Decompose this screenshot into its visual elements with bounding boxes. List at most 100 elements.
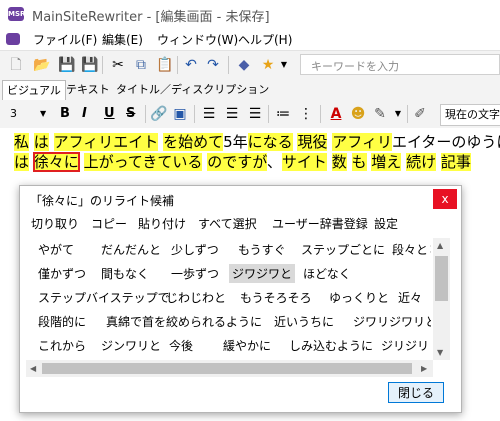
tab-title-description[interactable]: タイトル／ディスクリプション [112,80,273,99]
vertical-scroll-thumb[interactable] [435,256,448,301]
chevron-down-icon[interactable]: ▼ [40,106,46,122]
bullet-list-icon[interactable]: ≔ [275,106,291,122]
menu-select-all[interactable]: すべて選択 [198,215,257,232]
highlighter-icon[interactable]: ✎ [372,106,388,122]
highlighted-word[interactable]: サイト [281,153,327,171]
emoji-icon[interactable]: ☻ [350,106,366,122]
menu-copy[interactable]: コピー [91,215,127,232]
candidate-item[interactable]: もうそろそろ [237,288,315,307]
numbered-list-icon[interactable]: ⋮ [298,106,314,122]
candidate-item[interactable]: もうすぐ [235,240,289,259]
candidate-item[interactable]: しみ込むように [286,336,376,355]
align-center-icon[interactable]: ☰ [224,106,240,122]
candidate-item[interactable]: 今後 [166,336,196,355]
highlighted-word[interactable]: 続け [406,153,437,171]
align-right-icon[interactable]: ☰ [247,106,263,122]
redo-icon[interactable]: ↷ [205,57,221,73]
highlighted-word[interactable]: のですが [207,153,267,171]
highlighted-word[interactable]: アフィリエイト [53,133,159,151]
menu-settings[interactable]: 設定 [374,215,398,232]
highlighted-word[interactable]: 記事 [440,153,471,171]
new-file-icon[interactable]: 🗋 [8,57,24,73]
candidate-item[interactable]: ジンワリと [98,336,164,355]
cut-icon[interactable]: ✂ [110,57,126,73]
candidate-item[interactable]: 少しずつ [168,240,222,259]
menu-help[interactable]: ヘルプ(H) [238,31,292,48]
highlighted-word[interactable]: は [14,153,30,171]
copy-icon[interactable]: ⧉ [133,57,149,73]
open-folder-icon[interactable]: 📂 [33,57,50,73]
candidate-item[interactable]: 間もなく [98,264,152,283]
link-icon[interactable]: 🔗 [150,106,167,122]
underline-button[interactable]: U [104,106,115,122]
app-menu-icon[interactable] [6,33,20,45]
tab-text[interactable]: テキスト [62,80,114,99]
highlighted-word[interactable]: も [351,153,367,171]
horizontal-scroll-thumb[interactable] [42,363,412,374]
edit-icon[interactable]: ✐ [412,106,428,122]
star-icon[interactable]: ★ [260,57,276,73]
highlighted-word[interactable]: なる [262,133,293,151]
font-color-icon[interactable]: A [328,106,344,122]
candidate-item[interactable]: 緩やかに [220,336,274,355]
current-text-button[interactable]: 現在の文字 [440,104,500,126]
scroll-left-icon[interactable]: ◀ [30,364,36,373]
menu-file[interactable]: ファイル(F) [33,31,97,48]
candidate-item[interactable]: ほどなく [300,264,354,283]
save-icon[interactable]: 💾 [58,57,75,73]
close-button[interactable]: 閉じる [388,382,444,403]
highlighted-word[interactable]: を [163,133,179,151]
candidate-item[interactable]: 一歩ずつ [168,264,222,283]
candidate-item[interactable]: やがて [35,240,77,259]
menu-cut[interactable]: 切り取り [31,215,79,232]
candidate-item[interactable]: 近いうちに [271,312,337,331]
scroll-up-icon[interactable]: ▲ [437,241,443,250]
highlighted-word[interactable]: は [33,133,49,151]
candidate-item[interactable]: ステップごとに [298,240,388,259]
candidate-item[interactable]: ゆっくりと [326,288,392,307]
candidate-item[interactable]: ジリジリと [378,336,431,355]
candidate-item[interactable]: じわじわと [163,288,229,307]
vertical-scrollbar[interactable]: ▲ ▼ [433,238,450,360]
highlighted-word[interactable]: 上がってきている [83,153,203,171]
candidate-item[interactable]: これから [35,336,89,355]
align-left-icon[interactable]: ☰ [201,106,217,122]
highlighted-word[interactable]: 始めて [178,133,224,151]
candidate-item[interactable]: ステップバイステップで [35,288,173,307]
strikethrough-button[interactable]: S [126,106,135,122]
candidate-item[interactable]: 僅かずつ [35,264,89,283]
selected-word[interactable]: 徐々に [32,152,80,172]
chevron-down-icon[interactable]: ▼ [390,106,406,122]
scroll-right-icon[interactable]: ▶ [421,364,427,373]
highlighted-word[interactable]: 現役 [297,133,328,151]
highlighted-word[interactable]: 増え [371,153,402,171]
book-icon[interactable]: ◆ [236,57,252,73]
close-icon[interactable]: x [433,189,457,209]
candidate-item[interactable]: 真綿で首を絞められるように [103,312,265,331]
bold-button[interactable]: B [60,106,70,122]
paste-icon[interactable]: 📋 [156,57,173,73]
save-all-icon[interactable]: 💾 [81,57,98,73]
tab-visual[interactable]: ビジュアル [2,80,66,101]
menu-window[interactable]: ウィンドウ(W) [157,31,238,48]
candidate-item[interactable]: 段々と [389,240,431,259]
image-icon[interactable]: ▣ [172,106,188,122]
menu-edit[interactable]: 編集(E) [102,31,143,48]
scroll-down-icon[interactable]: ▼ [437,348,443,357]
menu-user-dictionary[interactable]: ユーザー辞書登録 [272,215,368,232]
highlighted-word[interactable]: に [247,133,263,151]
candidate-item[interactable]: だんだんと [98,240,164,259]
candidate-item[interactable]: 段階的に [35,312,89,331]
candidate-item[interactable]: 将来 [427,240,431,259]
keyword-search-input[interactable]: キーワードを入力 [300,54,500,75]
candidate-item[interactable]: ジワジワと [229,264,296,283]
highlighted-word[interactable]: 数 [331,153,347,171]
chevron-down-icon[interactable]: ▼ [276,57,292,73]
candidate-item[interactable]: ジワリジワリと [350,312,431,331]
horizontal-scrollbar[interactable]: ◀ ▶ [26,360,433,377]
menu-paste[interactable]: 貼り付け [138,215,186,232]
highlighted-word[interactable]: 私 [14,133,30,151]
italic-button[interactable]: I [82,106,87,122]
undo-icon[interactable]: ↶ [183,57,199,73]
candidate-item[interactable]: 近々 [395,288,425,307]
